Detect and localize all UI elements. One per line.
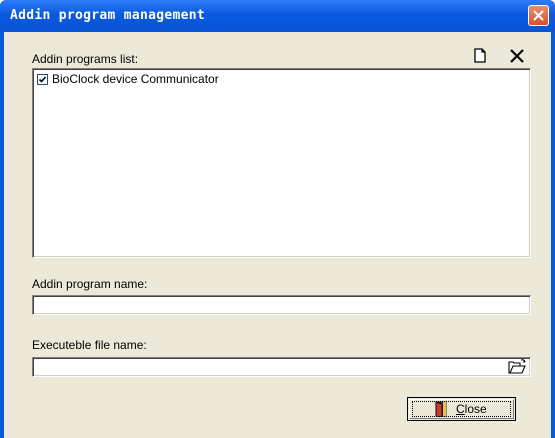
delete-x-icon[interactable] [508,47,526,65]
programs-list-label: Addin programs list: [32,52,139,66]
close-button[interactable]: Close [407,397,516,421]
executable-file-label: Executeble file name: [32,338,147,352]
dialog-window: Addin program management Addin programs … [0,0,555,438]
open-folder-icon[interactable] [507,358,527,376]
item-label: BioClock device Communicator [52,72,219,86]
item-checkbox[interactable] [37,73,48,85]
program-name-label: Addin program name: [32,277,148,291]
close-button-label: Close [456,402,487,416]
close-button-mnemonic: C [456,402,465,416]
programs-listbox[interactable]: BioClock device Communicator [32,68,531,258]
dialog-client-area: Addin programs list: BioClock device Com… [4,32,551,438]
close-x-icon [533,10,544,21]
window-close-button[interactable] [528,5,549,26]
checkmark-icon [38,75,47,83]
window-title: Addin program management [10,8,206,23]
door-icon [435,401,447,417]
title-bar[interactable]: Addin program management [0,0,555,32]
executable-file-input[interactable] [32,357,531,377]
program-name-input[interactable] [32,295,531,315]
close-button-label-rest: lose [464,402,487,416]
new-document-icon[interactable] [471,47,489,65]
list-item[interactable]: BioClock device Communicator [37,72,219,86]
